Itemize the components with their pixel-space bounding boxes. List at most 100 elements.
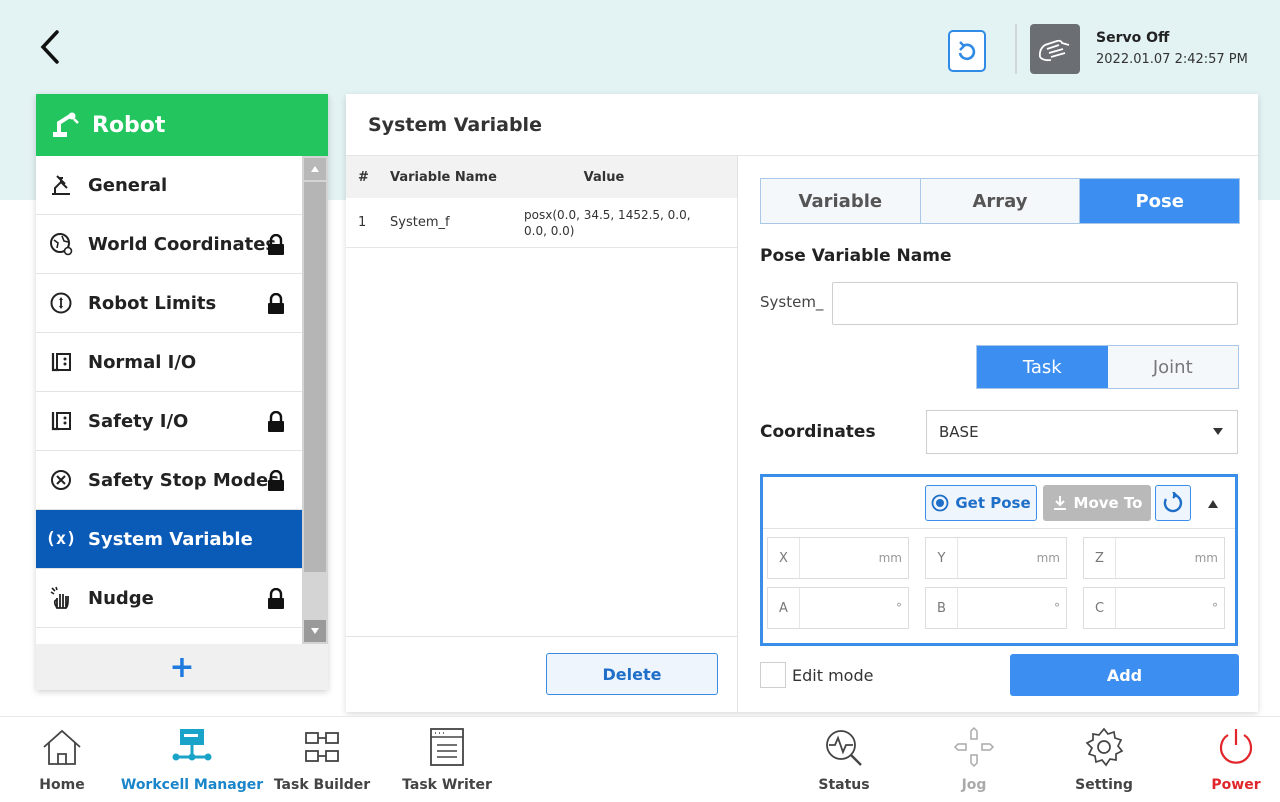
sidebar-item-safety-stop-modes[interactable]: Safety Stop Modes (36, 451, 302, 510)
table-row[interactable]: 1 System_f posx(0.0, 34.5, 1452.5, 0.0, … (346, 198, 737, 248)
refresh-icon (958, 41, 976, 61)
get-pose-button[interactable]: Get Pose (925, 485, 1037, 521)
sidebar-item-general[interactable]: General (36, 156, 302, 215)
tab-pose[interactable]: Pose (1080, 179, 1240, 223)
edit-mode-checkbox[interactable] (760, 662, 786, 688)
sidebar-item-nudge[interactable]: Nudge (36, 569, 302, 628)
refresh-button[interactable] (948, 30, 986, 72)
pose-field-a[interactable]: A ° (767, 587, 909, 629)
pose-field-b[interactable]: B ° (925, 587, 1067, 629)
workcell-manager-icon (170, 717, 214, 777)
row-variable-name: System_f (390, 215, 450, 230)
nav-label: Setting (1075, 777, 1133, 793)
unit-label: mm (1194, 551, 1218, 565)
triangle-up-icon (1208, 500, 1218, 508)
nav-task-writer[interactable]: Task Writer (402, 717, 492, 802)
pose-name-input[interactable] (832, 282, 1238, 325)
lock-icon (268, 293, 284, 314)
sidebar-item-safety-io[interactable]: Safety I/O (36, 392, 302, 451)
sidebar-item-system-variable[interactable]: (x) System Variable (36, 510, 302, 569)
sidebar-item-normal-io[interactable]: Normal I/O (36, 333, 302, 392)
back-button[interactable] (30, 24, 70, 70)
hand-icon (1038, 39, 1070, 62)
pose-fields: X mm Y mm Z mm A ° B ° C ° (767, 537, 1231, 637)
nav-label: Task Writer (402, 777, 492, 793)
pose-field-c[interactable]: C ° (1083, 587, 1225, 629)
collapse-button[interactable] (1203, 494, 1223, 514)
chevron-left-icon (40, 30, 59, 64)
nav-label: Jog (961, 777, 987, 793)
table-header: # Variable Name Value (346, 156, 737, 198)
pose-toolbar: Get Pose Move To (763, 477, 1235, 529)
nav-label: Home (39, 777, 85, 793)
add-button[interactable]: Add (1010, 654, 1239, 696)
move-to-button[interactable]: Move To (1043, 485, 1151, 521)
axis-label: X (768, 538, 800, 578)
sidebar-item-world-coordinates[interactable]: World Coordinates (36, 215, 302, 274)
axis-label: A (768, 588, 800, 628)
sidebar-item-robot-limits[interactable]: Robot Limits (36, 274, 302, 333)
pose-field-y[interactable]: Y mm (925, 537, 1067, 579)
axis-label: B (926, 588, 958, 628)
header-divider (1015, 24, 1017, 74)
chevron-down-icon (1213, 428, 1223, 435)
scroll-down-button[interactable] (304, 620, 326, 642)
scrollbar-thumb[interactable] (304, 182, 326, 572)
robot-panel-title: Robot (92, 112, 166, 138)
system-variable-panel: System Variable # Variable Name Value 1 … (346, 94, 1258, 712)
tab-task[interactable]: Task (977, 346, 1108, 388)
coordinates-select[interactable]: BASE (926, 410, 1238, 454)
tab-joint[interactable]: Joint (1107, 346, 1238, 388)
axis-label: Z (1084, 538, 1116, 578)
sidebar-item-label: Nudge (88, 587, 154, 609)
io-icon (48, 408, 74, 434)
servo-toggle-button[interactable] (1030, 24, 1080, 74)
status-icon (821, 717, 867, 777)
variable-table: # Variable Name Value 1 System_f posx(0.… (346, 156, 738, 712)
nav-status[interactable]: Status (804, 717, 884, 802)
nav-jog[interactable]: Jog (934, 717, 1014, 802)
sidebar-item-label: Safety I/O (88, 410, 189, 432)
nav-power[interactable]: Power (1196, 717, 1276, 802)
coordinates-label: Coordinates (760, 422, 876, 442)
unit-label: ° (1054, 601, 1060, 615)
row-number: 1 (358, 215, 367, 230)
pose-name-prefix: System_ (760, 293, 824, 311)
scroll-up-button[interactable] (304, 158, 326, 180)
task-builder-icon (300, 717, 344, 777)
column-header-number: # (358, 169, 369, 185)
add-item-button[interactable]: + (36, 644, 328, 690)
status-timestamp: 2022.01.07 2:42:57 PM (1096, 52, 1248, 67)
unit-label: mm (1036, 551, 1060, 565)
home-icon (40, 717, 84, 777)
task-writer-icon (425, 717, 469, 777)
stop-icon (48, 467, 74, 493)
axis-label: Y (926, 538, 958, 578)
pose-field-z[interactable]: Z mm (1083, 537, 1225, 579)
nav-home[interactable]: Home (22, 717, 102, 802)
tab-array[interactable]: Array (920, 179, 1081, 223)
world-coordinates-icon (48, 231, 74, 257)
variable-icon: (x) (45, 529, 77, 549)
delete-button[interactable]: Delete (546, 653, 718, 695)
nav-label: Status (818, 777, 870, 793)
setting-icon (1082, 717, 1126, 777)
unit-label: ° (1212, 601, 1218, 615)
lock-icon (268, 411, 284, 432)
power-icon (1214, 717, 1258, 777)
triangle-up-icon (311, 166, 319, 172)
nav-task-builder[interactable]: Task Builder (272, 717, 372, 802)
nav-workcell-manager[interactable]: Workcell Manager (121, 717, 263, 802)
sidebar-item-label: Normal I/O (88, 351, 197, 373)
reset-pose-button[interactable] (1155, 485, 1191, 521)
menu-scrollbar[interactable] (302, 156, 328, 644)
plus-icon: + (169, 649, 195, 685)
tab-variable[interactable]: Variable (761, 179, 921, 223)
radio-target-icon (931, 494, 949, 512)
column-header-name: Variable Name (390, 169, 497, 185)
general-icon (48, 172, 74, 198)
pose-editor: Get Pose Move To X mm Y mm Z mm A ° B ° … (760, 474, 1238, 646)
robot-panel-header: Robot (36, 94, 328, 156)
nav-setting[interactable]: Setting (1064, 717, 1144, 802)
pose-field-x[interactable]: X mm (767, 537, 909, 579)
